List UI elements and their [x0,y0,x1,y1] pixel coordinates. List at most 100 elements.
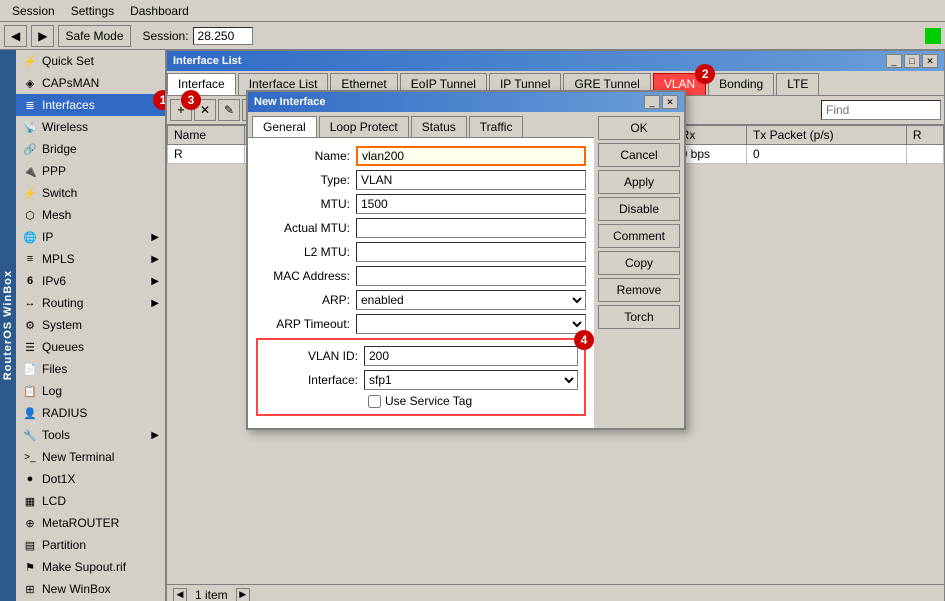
tab-lte[interactable]: LTE [776,73,819,95]
sidebar-item-queues[interactable]: Queues [16,336,165,358]
sidebar-item-capsman[interactable]: CAPsMAN [16,72,165,94]
find-input[interactable] [821,100,941,120]
dialog-tab-loop-protect[interactable]: Loop Protect [319,116,409,137]
sidebar-label-tools: Tools [42,428,70,442]
winbox-branding: RouterOS WinBox [0,50,16,601]
capsman-icon [22,75,38,91]
sidebar-item-system[interactable]: System [16,314,165,336]
sidebar-item-lcd[interactable]: LCD [16,490,165,512]
vlan-id-input[interactable] [364,346,578,366]
ipv6-icon [22,273,38,289]
sidebar-item-new-winbox[interactable]: New WinBox [16,578,165,600]
sidebar-item-ipv6[interactable]: IPv6 ▶ [16,270,165,292]
mac-input[interactable] [356,266,586,286]
close-button[interactable]: ✕ [922,54,938,68]
form-row-interface: Interface: sfp1 [264,370,578,390]
arp-timeout-label: ARP Timeout: [256,317,356,331]
col-r: R [906,126,943,145]
sidebar-item-log[interactable]: Log [16,380,165,402]
quickset-icon [22,53,38,69]
sidebar-label-metarouter: MetaROUTER [42,516,119,530]
dot1x-icon [22,471,38,487]
arp-label: ARP: [256,293,356,307]
terminal-icon [22,449,38,465]
disable-button[interactable]: Disable [598,197,680,221]
back-icon: ◀ [11,29,20,43]
copy-button[interactable]: Copy [598,251,680,275]
sidebar-item-files[interactable]: Files [16,358,165,380]
switch-icon [22,185,38,201]
window-titlebar: Interface List _ □ ✕ [167,51,944,71]
tab-interface[interactable]: Interface [167,73,236,95]
sidebar-item-tools[interactable]: Tools ▶ [16,424,165,446]
sidebar-item-make-supout[interactable]: Make Supout.rif [16,556,165,578]
back-button[interactable]: ◀ [4,25,27,47]
edit-icon: ✎ [224,103,234,117]
dialog-tab-traffic[interactable]: Traffic [469,116,524,137]
sidebar-item-interfaces[interactable]: Interfaces 1 [16,94,165,116]
sidebar-label-wireless: Wireless [42,120,88,134]
sidebar-item-switch[interactable]: Switch [16,182,165,204]
apply-button[interactable]: Apply [598,170,680,194]
sidebar-item-routing[interactable]: Routing ▶ [16,292,165,314]
add-button[interactable]: + 3 [170,99,192,121]
make-icon [22,559,38,575]
sidebar-label-new-terminal: New Terminal [42,450,114,464]
sidebar-item-mesh[interactable]: Mesh [16,204,165,226]
dialog-tab-status[interactable]: Status [411,116,467,137]
minimize-button[interactable]: _ [886,54,902,68]
menu-session[interactable]: Session [4,2,63,20]
dialog-content: Name: Type: VLAN MTU: [248,138,594,428]
torch-button[interactable]: Torch [598,305,680,329]
dialog-tab-general[interactable]: General [252,116,317,137]
queues-icon [22,339,38,355]
sidebar-item-partition[interactable]: Partition [16,534,165,556]
ok-button[interactable]: OK [598,116,680,140]
dialog-minimize-button[interactable]: _ [644,95,660,109]
dialog-close-button[interactable]: ✕ [662,95,678,109]
dialog-form-area: General Loop Protect Status Traffic Name… [248,112,594,428]
session-label: Session: [143,29,189,43]
sidebar-item-mpls[interactable]: MPLS ▶ [16,248,165,270]
log-icon [22,383,38,399]
sidebar-item-new-terminal[interactable]: New Terminal [16,446,165,468]
vlan-section: 4 VLAN ID: Interface: [256,338,586,416]
scroll-right-button[interactable]: ▶ [236,588,250,601]
sidebar-label-make-supout: Make Supout.rif [42,560,126,574]
comment-button[interactable]: Comment [598,224,680,248]
service-tag-checkbox[interactable] [368,395,381,408]
session-input[interactable] [193,27,253,45]
arp-select[interactable]: enabled disabled reply-only [357,292,585,308]
maximize-button[interactable]: □ [904,54,920,68]
sidebar-item-radius[interactable]: RADIUS [16,402,165,424]
sidebar-item-metarouter[interactable]: MetaROUTER [16,512,165,534]
sidebar-item-quickset[interactable]: Quick Set [16,50,165,72]
edit-button[interactable]: ✎ [218,99,240,121]
menu-dashboard[interactable]: Dashboard [122,2,197,20]
remove-button[interactable]: Remove [598,278,680,302]
actual-mtu-input[interactable] [356,218,586,238]
cancel-button[interactable]: Cancel [598,143,680,167]
menu-settings[interactable]: Settings [63,2,122,20]
sidebar-item-ppp[interactable]: PPP [16,160,165,182]
ip-icon [22,229,38,245]
interface-select[interactable]: sfp1 [365,372,577,388]
sidebar-label-files: Files [42,362,67,376]
l2mtu-input[interactable] [356,242,586,262]
sidebar-item-dot1x[interactable]: Dot1X [16,468,165,490]
sidebar-item-wireless[interactable]: Wireless [16,116,165,138]
new-interface-dialog: New Interface _ ✕ General Loop Protect S… [246,90,686,430]
name-input[interactable] [356,146,586,166]
sidebar-item-ip[interactable]: IP ▶ [16,226,165,248]
actual-mtu-label: Actual MTU: [256,221,356,235]
toolbar: ◀ ▶ Safe Mode Session: [0,22,945,50]
tab-bonding[interactable]: Bonding [708,73,774,95]
mtu-input[interactable] [356,194,586,214]
safe-mode-button[interactable]: Safe Mode [58,25,130,47]
form-row-service-tag: Use Service Tag [264,394,578,408]
ppp-icon [22,163,38,179]
scroll-left-button[interactable]: ◀ [173,588,187,601]
arp-timeout-select[interactable] [357,316,585,332]
sidebar-item-bridge[interactable]: Bridge [16,138,165,160]
forward-button[interactable]: ▶ [31,25,54,47]
